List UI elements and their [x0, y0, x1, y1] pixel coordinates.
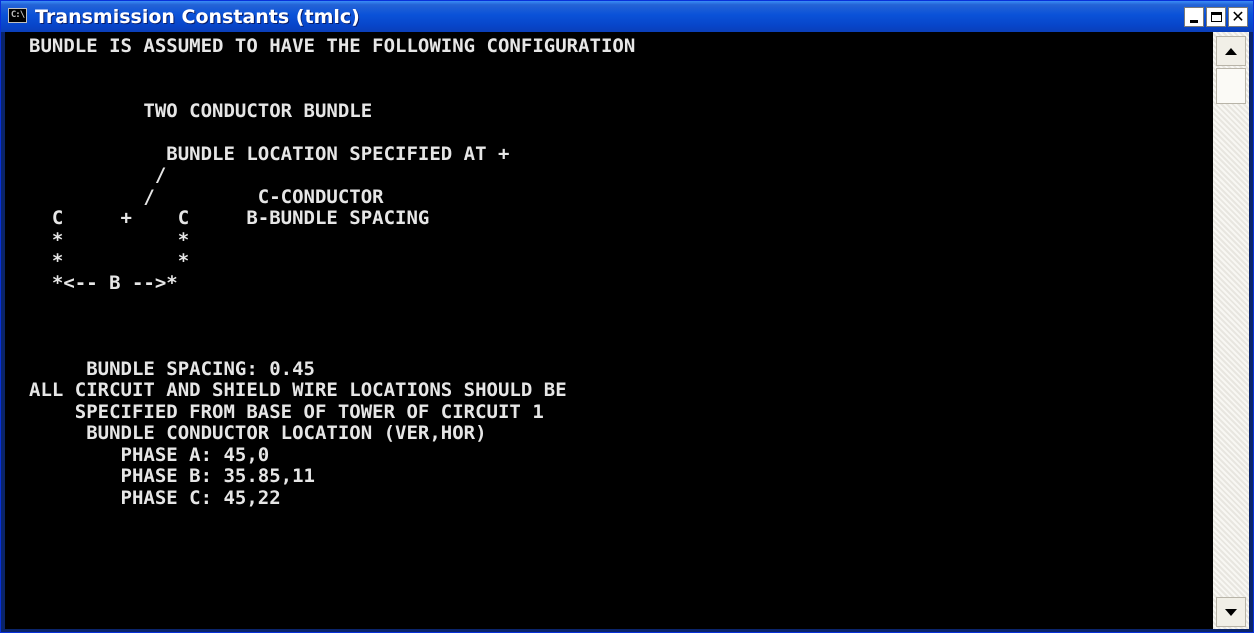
window-title: Transmission Constants (tmlc) [35, 6, 360, 28]
close-icon: ✕ [1231, 6, 1245, 26]
console-line: PHASE A: 45,0 [29, 443, 270, 466]
console-line: BUNDLE CONDUCTOR LOCATION (VER,HOR) [29, 422, 487, 444]
console-output[interactable]: BUNDLE IS ASSUMED TO HAVE THE FOLLOWING … [5, 32, 1213, 629]
console-line: SPECIFIED FROM BASE OF TOWER OF CIRCUIT … [29, 400, 544, 423]
console-line: / C-CONDUCTOR [29, 185, 384, 208]
console-line: C + C B-BUNDLE SPACING [29, 207, 430, 229]
scroll-thumb[interactable] [1216, 68, 1246, 104]
console-line: / [29, 164, 167, 186]
scroll-up-button[interactable] [1216, 36, 1246, 66]
vertical-scrollbar[interactable] [1213, 32, 1249, 629]
console-line: * * [29, 228, 190, 251]
console-text: BUNDLE IS ASSUMED TO HAVE THE FOLLOWING … [5, 32, 1213, 509]
console-line: BUNDLE LOCATION SPECIFIED AT + [29, 142, 510, 165]
scroll-down-button[interactable] [1216, 597, 1246, 627]
console-line: PHASE B: 35.85,11 [29, 465, 315, 487]
minimize-button[interactable] [1184, 7, 1204, 27]
console-line: *<-- B -->* [29, 271, 178, 294]
console-line: ALL CIRCUIT AND SHIELD WIRE LOCATIONS SH… [29, 379, 567, 401]
console-line: * * [29, 250, 190, 272]
console-icon[interactable]: C:\ [8, 8, 27, 23]
console-window: C:\ Transmission Constants (tmlc) ✕ BUND… [0, 0, 1254, 633]
minimize-icon [1190, 19, 1198, 23]
close-button[interactable]: ✕ [1228, 7, 1248, 27]
title-bar[interactable]: C:\ Transmission Constants (tmlc) ✕ [1, 1, 1253, 32]
maximize-icon [1210, 12, 1222, 22]
console-line: BUNDLE IS ASSUMED TO HAVE THE FOLLOWING … [29, 35, 636, 57]
console-line: PHASE C: 45,22 [29, 486, 281, 509]
arrow-up-icon [1225, 47, 1237, 55]
console-line: TWO CONDUCTOR BUNDLE [29, 99, 373, 122]
maximize-button[interactable] [1206, 7, 1226, 27]
arrow-down-icon [1225, 608, 1237, 616]
console-line: BUNDLE SPACING: 0.45 [29, 357, 315, 380]
